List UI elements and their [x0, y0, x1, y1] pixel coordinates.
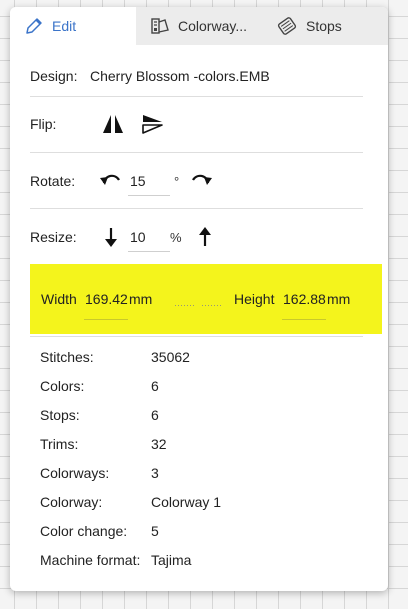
divider: [30, 336, 363, 337]
tab-bar: Edit Colorway... Stops: [10, 7, 388, 45]
stat-stitches: Stitches: 35062: [40, 349, 190, 365]
tab-colorway-label: Colorway...: [178, 18, 247, 34]
width-label: Width: [41, 291, 77, 307]
design-label: Design:: [30, 68, 78, 84]
pencil-icon: [24, 16, 44, 36]
rotate-row: Rotate: 15 °: [30, 165, 363, 197]
stat-colorway: Colorway: Colorway 1: [40, 494, 221, 510]
rotate-angle-input[interactable]: 15: [128, 167, 170, 196]
stat-value: 32: [151, 436, 167, 452]
palette-icon: [150, 16, 170, 36]
stat-value: 6: [151, 407, 159, 423]
resize-row: Resize: 10 %: [30, 221, 363, 253]
tab-edit[interactable]: Edit: [10, 7, 136, 45]
enlarge-button[interactable]: [192, 224, 218, 250]
aspect-link-left: ·······: [174, 300, 195, 310]
height-unit: mm: [327, 291, 351, 307]
shrink-button[interactable]: [98, 224, 124, 250]
height-input[interactable]: 162.88: [283, 264, 326, 334]
tab-colorway[interactable]: Colorway...: [136, 7, 262, 45]
resize-percent-input[interactable]: 10: [128, 223, 170, 252]
stat-trims: Trims: 32: [40, 436, 167, 452]
height-label: Height: [234, 291, 275, 307]
divider: [30, 96, 363, 97]
rotate-right-icon: [192, 174, 212, 185]
stat-colorways: Colorways: 3: [40, 465, 159, 481]
stat-key: Stops:: [40, 407, 80, 423]
flip-vertical-icon: [142, 115, 163, 134]
tab-stops-label: Stops: [306, 18, 342, 34]
design-row: Design: Cherry Blossom -colors.EMB: [30, 65, 363, 87]
rotate-label: Rotate:: [30, 173, 76, 189]
divider: [30, 208, 363, 209]
tab-stops[interactable]: Stops: [262, 7, 388, 45]
flip-horizontal-icon: [103, 115, 123, 133]
stat-value: 6: [151, 378, 159, 394]
arrow-down-icon: [105, 228, 117, 247]
stat-value: Tajima: [151, 552, 192, 568]
rotate-left-icon: [100, 174, 120, 185]
stat-value: 35062: [151, 349, 190, 365]
design-name: Cherry Blossom -colors.EMB: [90, 68, 270, 84]
stat-machine-format: Machine format: Tajima: [40, 552, 191, 568]
stat-key: Trims:: [40, 436, 79, 452]
flip-horizontal-button[interactable]: [100, 111, 126, 137]
stat-key: Stitches:: [40, 349, 94, 365]
tab-edit-label: Edit: [52, 18, 77, 34]
stat-stops: Stops: 6: [40, 407, 159, 423]
stat-key: Color change:: [40, 523, 128, 539]
stat-colors: Colors: 6: [40, 378, 159, 394]
thread-spool-icon: [276, 16, 298, 36]
size-band: Width 169.42 mm ······· ······· Height 1…: [30, 264, 382, 334]
flip-label: Flip:: [30, 116, 57, 132]
stat-value: 5: [151, 523, 159, 539]
edit-panel: Edit Colorway... Stops Design: Cherry Bl…: [10, 7, 388, 591]
rotate-left-button[interactable]: [98, 168, 124, 194]
stat-key: Colors:: [40, 378, 85, 394]
stat-key: Colorways:: [40, 465, 110, 481]
resize-unit: %: [170, 229, 182, 245]
rotate-unit: °: [174, 173, 180, 189]
stat-key: Colorway:: [40, 494, 103, 510]
flip-vertical-button[interactable]: [140, 111, 166, 137]
stat-color-change: Color change: 5: [40, 523, 159, 539]
divider: [30, 152, 363, 153]
stat-value: Colorway 1: [151, 494, 222, 510]
flip-row: Flip:: [30, 111, 363, 137]
width-input[interactable]: 169.42: [85, 264, 128, 334]
stat-key: Machine format:: [40, 552, 141, 568]
aspect-link-right: ·······: [201, 300, 222, 310]
stat-value: 3: [151, 465, 159, 481]
width-unit: mm: [129, 291, 153, 307]
arrow-up-icon: [199, 227, 211, 246]
rotate-right-button[interactable]: [188, 168, 214, 194]
resize-label: Resize:: [30, 229, 77, 245]
